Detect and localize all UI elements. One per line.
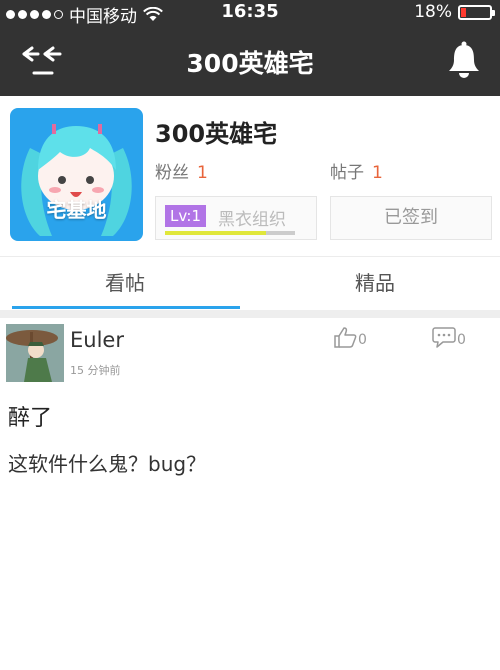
comment-button[interactable]: 0: [432, 326, 466, 348]
status-bar: 中国移动 16:35 18%: [0, 0, 500, 27]
comment-count: 0: [457, 332, 466, 348]
fans-label: 粉丝: [155, 163, 189, 183]
like-button[interactable]: 0: [333, 326, 367, 348]
post-body[interactable]: 这软件什么鬼？bug？: [8, 448, 206, 477]
bell-icon[interactable]: [446, 40, 482, 80]
comment-bubble-icon: [432, 327, 456, 348]
battery-icon: [458, 4, 495, 20]
post-time: 15 分钟前: [70, 364, 121, 377]
post-title[interactable]: 醉了: [8, 400, 52, 432]
user-avatar[interactable]: [6, 324, 64, 382]
tab-view-posts[interactable]: 看帖: [0, 257, 250, 311]
active-tab-indicator: [12, 306, 240, 309]
user-avatar-image-icon: [6, 324, 64, 382]
fans-count: 1: [197, 163, 208, 183]
battery-percent: 18%: [414, 2, 452, 22]
tab-bar: 看帖 精品: [0, 256, 500, 310]
level-badge: Lv:1: [165, 205, 207, 227]
posts-stat: 帖子 1: [330, 158, 383, 183]
post-item[interactable]: Euler 15 分钟前 0 0 醉了 这软件什么鬼？bug？: [0, 318, 500, 670]
forum-name: 300英雄宅: [155, 120, 278, 148]
post-username[interactable]: Euler: [70, 328, 124, 352]
signed-in-button[interactable]: 已签到: [330, 196, 492, 240]
nav-bar: 300英雄宅: [0, 24, 500, 96]
forum-header: 宅基地 300英雄宅 粉丝 1 帖子 1 Lv:1 黑衣组织 已签到: [0, 96, 500, 256]
tab-featured[interactable]: 精品: [250, 257, 500, 311]
section-divider: [0, 310, 500, 318]
level-panel: Lv:1 黑衣组织: [155, 196, 317, 240]
level-progress-bar: [165, 231, 295, 235]
forum-avatar[interactable]: 宅基地: [10, 108, 143, 241]
thumbs-up-icon: [334, 327, 357, 348]
level-name: 黑衣组织: [218, 210, 286, 230]
page-title: 300英雄宅: [186, 49, 314, 78]
posts-label: 帖子: [330, 163, 364, 183]
avatar-label: 宅基地: [46, 198, 107, 222]
fans-stat: 粉丝 1: [155, 158, 208, 183]
posts-count: 1: [372, 163, 383, 183]
like-count: 0: [358, 332, 367, 348]
